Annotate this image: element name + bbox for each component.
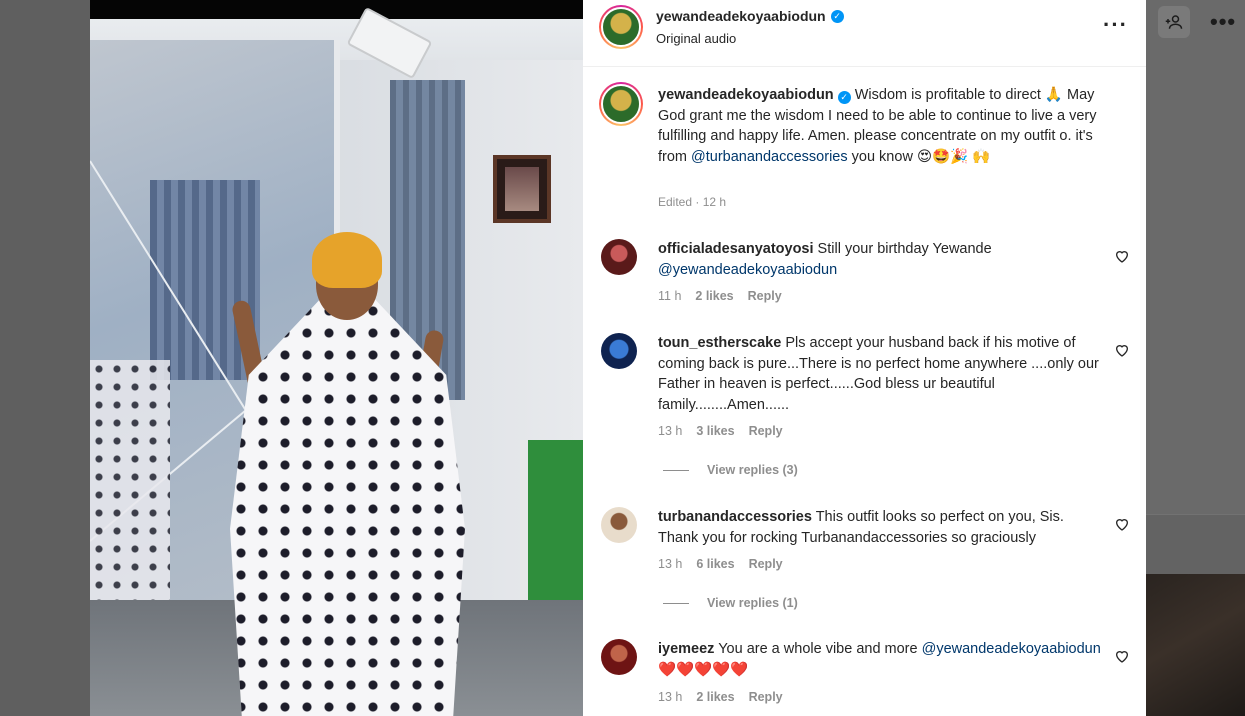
audio-label[interactable]: Original audio <box>656 31 736 46</box>
comment-meta: 13 h 6 likes Reply <box>658 557 783 571</box>
caption-avatar[interactable] <box>599 82 643 126</box>
like-heart-icon[interactable] <box>1114 516 1130 532</box>
background-more-icon: ••• <box>1210 9 1237 34</box>
comment-username[interactable]: turbanandaccessories <box>658 509 812 525</box>
background-toolbar: ••• <box>1158 6 1236 38</box>
author-username[interactable]: yewandeadekoyaabiodun ✓ <box>656 8 844 24</box>
comment-meta: 11 h 2 likes Reply <box>658 289 782 303</box>
comment-avatar[interactable] <box>601 239 637 275</box>
pool-table <box>520 440 583 600</box>
comment-text: toun_estherscake Pls accept your husband… <box>658 333 1103 415</box>
author-avatar[interactable] <box>599 5 643 49</box>
comment-text: officialadesanyatoyosi Still your birthd… <box>658 239 1103 280</box>
like-heart-icon[interactable] <box>1114 648 1130 664</box>
comment-avatar[interactable] <box>601 507 637 543</box>
video-top-bar <box>90 0 583 19</box>
comment-time[interactable]: 13 h <box>658 424 682 438</box>
view-replies-button[interactable]: View replies (1) <box>663 596 798 610</box>
comment-meta: 13 h 2 likes Reply <box>658 690 783 704</box>
comment-avatar[interactable] <box>601 639 637 675</box>
comment-text: turbanandaccessories This outfit looks s… <box>658 507 1103 548</box>
verified-badge-icon: ✓ <box>837 91 851 104</box>
reply-button[interactable]: Reply <box>749 690 783 704</box>
more-options-icon[interactable]: ··· <box>1103 14 1128 36</box>
reply-button[interactable]: Reply <box>748 289 782 303</box>
view-replies-button[interactable]: View replies (3) <box>663 463 798 477</box>
comment-username[interactable]: officialadesanyatoyosi <box>658 241 814 257</box>
caption-meta: Edited · 12 h <box>658 195 727 209</box>
verified-badge-icon: ✓ <box>830 9 844 23</box>
background-photo <box>1146 574 1245 716</box>
like-heart-icon[interactable] <box>1114 342 1130 358</box>
comment-text: iyemeez You are a whole vibe and more @y… <box>658 639 1103 680</box>
comment-likes[interactable]: 2 likes <box>696 690 734 704</box>
author-username-text[interactable]: yewandeadekoyaabiodun <box>656 8 826 24</box>
comment-body: Still your birthday Yewande <box>813 241 992 257</box>
comment-mention[interactable]: @yewandeadekoyaabiodun <box>922 641 1101 657</box>
like-heart-icon[interactable] <box>1114 248 1130 264</box>
follow-user-icon <box>1158 6 1190 38</box>
post-caption: yewandeadekoyaabiodun ✓ Wisdom is profit… <box>658 85 1118 167</box>
comment-time[interactable]: 13 h <box>658 557 682 571</box>
caption-text-tail: you know 😍🤩🎉 🙌 <box>847 148 991 165</box>
comment-meta: 13 h 3 likes Reply <box>658 424 783 438</box>
background-card <box>1146 514 1245 574</box>
caption-username[interactable]: yewandeadekoyaabiodun <box>658 87 834 103</box>
comment-emoji: ❤️❤️❤️❤️❤️ <box>658 661 749 678</box>
post-header: yewandeadekoyaabiodun ✓ Original audio ·… <box>583 0 1146 67</box>
polka-dot-dress <box>230 300 465 716</box>
caption-mention[interactable]: @turbanandaccessories <box>691 149 848 165</box>
comment-username[interactable]: iyemeez <box>658 641 714 657</box>
view-replies-label[interactable]: View replies (1) <box>707 596 798 610</box>
reply-button[interactable]: Reply <box>749 557 783 571</box>
comment-likes[interactable]: 3 likes <box>696 424 734 438</box>
comment-time[interactable]: 13 h <box>658 690 682 704</box>
comment-likes[interactable]: 6 likes <box>696 557 734 571</box>
turban <box>312 232 382 288</box>
comment-username[interactable]: toun_estherscake <box>658 335 781 351</box>
wall-frame <box>493 155 551 223</box>
comment-body: You are a whole vibe and more <box>714 641 922 657</box>
comment-mention[interactable]: @yewandeadekoyaabiodun <box>658 262 837 278</box>
reply-button[interactable]: Reply <box>749 424 783 438</box>
comment-avatar[interactable] <box>601 333 637 369</box>
comment-likes[interactable]: 2 likes <box>695 289 733 303</box>
comment-time[interactable]: 11 h <box>658 289 681 303</box>
view-replies-label[interactable]: View replies (3) <box>707 463 798 477</box>
post-details-panel: yewandeadekoyaabiodun ✓ Original audio ·… <box>583 0 1146 716</box>
post-video[interactable] <box>90 0 583 716</box>
